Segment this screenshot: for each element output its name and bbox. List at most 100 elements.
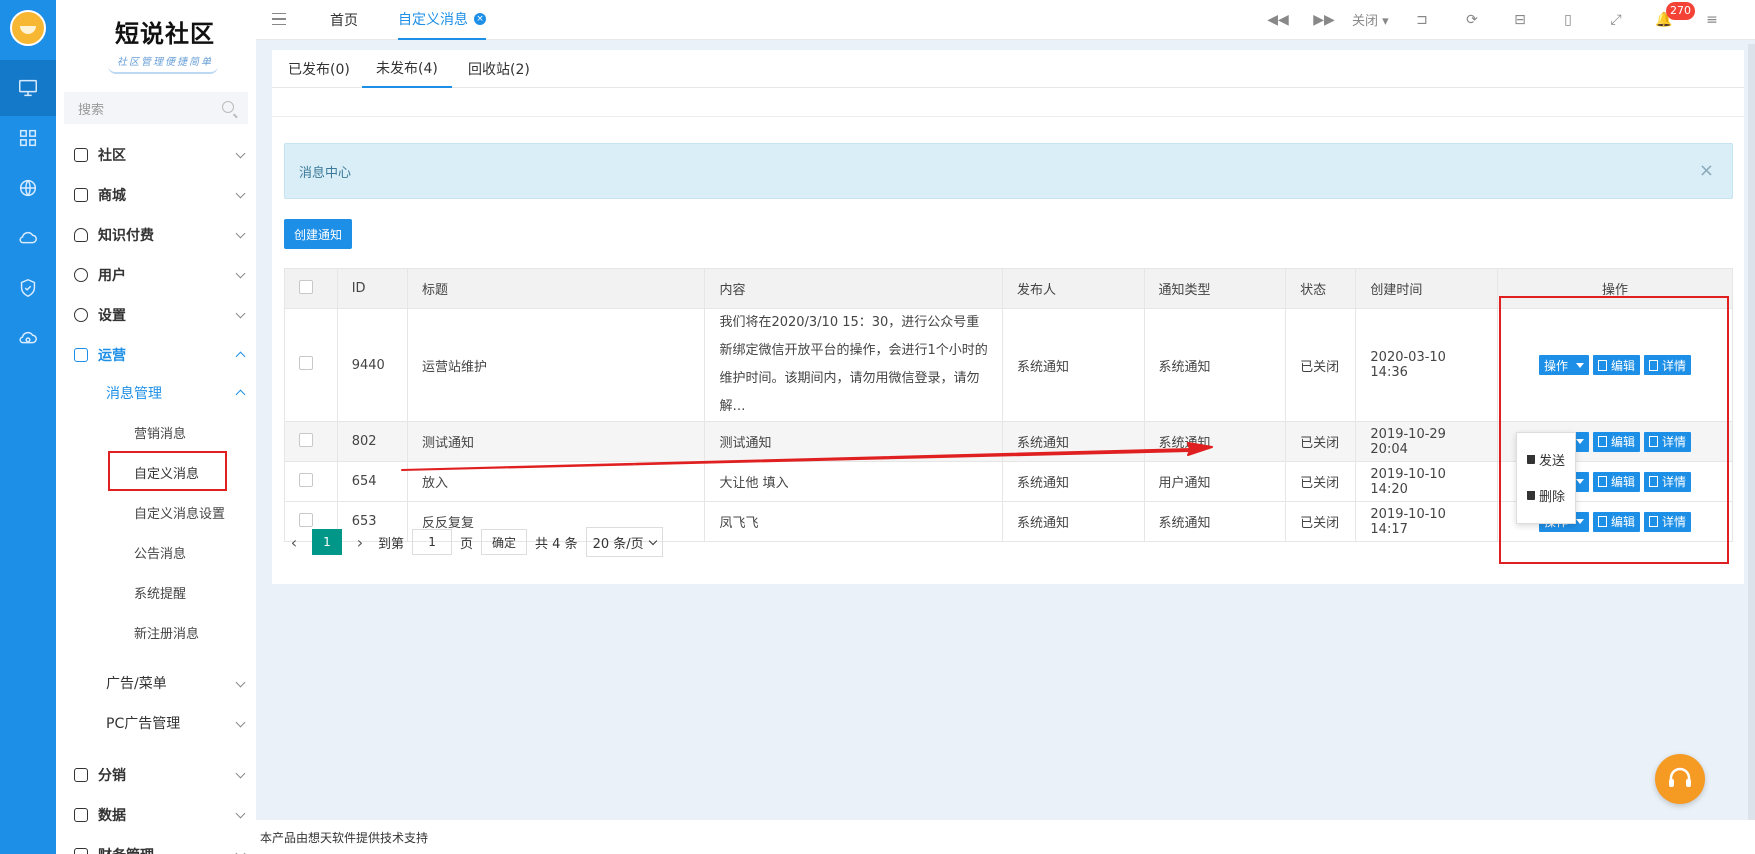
- notification-badge: 270: [1666, 2, 1695, 20]
- sidebar-group-pc-ads[interactable]: PC广告管理: [106, 703, 256, 743]
- page-unit-label: 页: [460, 536, 474, 552]
- bell-icon[interactable]: 🔔 270: [1652, 2, 1695, 32]
- message-center-alert: 消息中心 ×: [284, 143, 1733, 199]
- finance-icon: [74, 848, 88, 854]
- chevron-down-icon: [235, 808, 246, 819]
- back-icon[interactable]: ⊐: [1410, 8, 1434, 32]
- vertical-scrollbar[interactable]: [1748, 44, 1755, 820]
- sidebar-subgroup-message-management[interactable]: 消息管理: [106, 375, 256, 411]
- chevron-up-icon: [235, 351, 246, 362]
- tab-close-icon[interactable]: ×: [474, 13, 486, 25]
- tab-published[interactable]: 已发布(0): [288, 50, 350, 88]
- sidebar-item-distribution[interactable]: 分销: [56, 755, 256, 795]
- refresh-icon[interactable]: ⟳: [1460, 8, 1484, 32]
- tab-unpublished[interactable]: 未发布(4): [362, 50, 452, 88]
- customer-service-button[interactable]: [1655, 754, 1705, 804]
- brand-logo: 短说社区 社区管理便捷简单: [100, 14, 230, 74]
- chevron-down-icon: [235, 268, 246, 279]
- divider: [272, 116, 1744, 117]
- sidebar-item-users[interactable]: 用户: [56, 255, 256, 295]
- sidebar-item-community[interactable]: 社区: [56, 135, 256, 175]
- search-placeholder: 搜索: [78, 102, 105, 118]
- sidebar-leaf-new-register-message[interactable]: 新注册消息: [128, 614, 256, 650]
- create-notification-button[interactable]: 创建通知: [284, 219, 353, 249]
- goto-page-input[interactable]: 1: [412, 529, 453, 555]
- chevron-up-icon: [235, 389, 246, 400]
- row-checkbox[interactable]: [299, 432, 313, 447]
- gear-icon: [74, 308, 88, 322]
- column-header: 创建时间: [1355, 268, 1499, 309]
- row-checkbox[interactable]: [299, 356, 313, 370]
- grid-icon[interactable]: [0, 110, 56, 166]
- page-size-select[interactable]: 20 条/页: [585, 527, 663, 557]
- goto-label: 到第: [378, 536, 405, 552]
- lock-icon[interactable]: ⊟: [1508, 8, 1532, 32]
- chevron-down-icon: [235, 228, 246, 239]
- chart-board-icon: [74, 348, 88, 362]
- search-input[interactable]: 搜索: [64, 92, 248, 124]
- column-header: 通知类型: [1143, 268, 1287, 309]
- sidebar-leaf-system-reminder[interactable]: 系统提醒: [128, 574, 256, 610]
- sidebar-menu: 短说社区 社区管理便捷简单 搜索 社区 商城 知识付费 用户 设置 运营 消息管…: [56, 0, 256, 854]
- collapse-menu-icon[interactable]: [272, 13, 286, 25]
- chevron-down-icon: [235, 677, 246, 688]
- fullscreen-icon[interactable]: ⤢: [1604, 8, 1628, 32]
- annotation-highlight-box: [1499, 296, 1729, 564]
- sidebar-group-ads-menu[interactable]: 广告/菜单: [106, 663, 256, 703]
- tab-custom-message[interactable]: 自定义消息 ×: [398, 0, 486, 40]
- globe-icon[interactable]: [0, 160, 56, 216]
- chevron-down-icon: [235, 717, 246, 728]
- chevron-down-icon: [235, 768, 246, 779]
- search-icon[interactable]: [222, 101, 234, 113]
- sidebar-item-settings[interactable]: 设置: [56, 295, 256, 335]
- goto-confirm-button[interactable]: 确定: [481, 529, 528, 555]
- sidebar-item-operations[interactable]: 运营: [56, 335, 256, 375]
- menu-icon[interactable]: ≡: [1700, 8, 1724, 32]
- footer: 本产品由想天软件提供技术支持: [256, 820, 1755, 854]
- sidebar-leaf-custom-message-settings[interactable]: 自定义消息设置: [128, 494, 256, 530]
- shop-icon: [74, 188, 88, 202]
- shield-icon[interactable]: [0, 260, 56, 316]
- app-logo-icon[interactable]: [10, 10, 46, 46]
- user-icon: [74, 268, 88, 282]
- column-header: 标题: [406, 268, 706, 309]
- scroll-right-icon[interactable]: ▶▶: [1312, 8, 1336, 32]
- sidebar-item-data[interactable]: 数据: [56, 795, 256, 835]
- mobile-icon[interactable]: ▯: [1556, 8, 1580, 32]
- tab-recycle-bin[interactable]: 回收站(2): [468, 50, 530, 88]
- sidebar-item-paid-knowledge[interactable]: 知识付费: [56, 215, 256, 255]
- cloud-icon[interactable]: [0, 210, 56, 266]
- bulb-icon: [74, 228, 88, 242]
- sidebar-leaf-marketing-message[interactable]: 营销消息: [128, 414, 256, 450]
- tab-home[interactable]: 首页: [330, 0, 358, 40]
- alert-close-icon[interactable]: ×: [1699, 160, 1714, 181]
- prev-page-icon[interactable]: ‹: [284, 533, 304, 552]
- column-header: 内容: [704, 268, 1003, 309]
- close-tabs-dropdown[interactable]: 关闭 ▾: [1352, 10, 1389, 29]
- chevron-down-icon: [648, 536, 657, 545]
- sidebar-leaf-announcement[interactable]: 公告消息: [128, 534, 256, 570]
- sidebar-item-finance[interactable]: 财务管理: [56, 835, 256, 854]
- headset-icon: [1669, 767, 1691, 787]
- row-checkbox[interactable]: [299, 472, 313, 487]
- chevron-down-icon: [235, 308, 246, 319]
- status-tabs: 已发布(0) 未发布(4) 回收站(2): [272, 50, 1744, 88]
- chevron-down-icon: [235, 848, 246, 854]
- annotation-highlight-box: [108, 451, 227, 491]
- desktop-icon[interactable]: [0, 60, 56, 116]
- select-all-checkbox[interactable]: [299, 279, 313, 294]
- sidebar-item-shop[interactable]: 商城: [56, 175, 256, 215]
- scroll-left-icon[interactable]: ◀◀: [1266, 8, 1290, 32]
- line-chart-icon: [74, 808, 88, 822]
- brand-swoosh: [108, 66, 218, 74]
- total-count: 共 4 条: [535, 536, 578, 552]
- pagination: ‹ 1 › 到第 1 页 确定 共 4 条 20 条/页: [284, 522, 663, 562]
- next-page-icon[interactable]: ›: [350, 533, 370, 552]
- chevron-down-icon: [235, 148, 246, 159]
- network-icon: [74, 768, 88, 782]
- page-number-current[interactable]: 1: [312, 529, 342, 555]
- icon-rail: [0, 0, 56, 854]
- cloud-sync-icon[interactable]: [0, 310, 56, 366]
- column-header: 状态: [1285, 268, 1357, 309]
- chat-icon: [74, 148, 88, 162]
